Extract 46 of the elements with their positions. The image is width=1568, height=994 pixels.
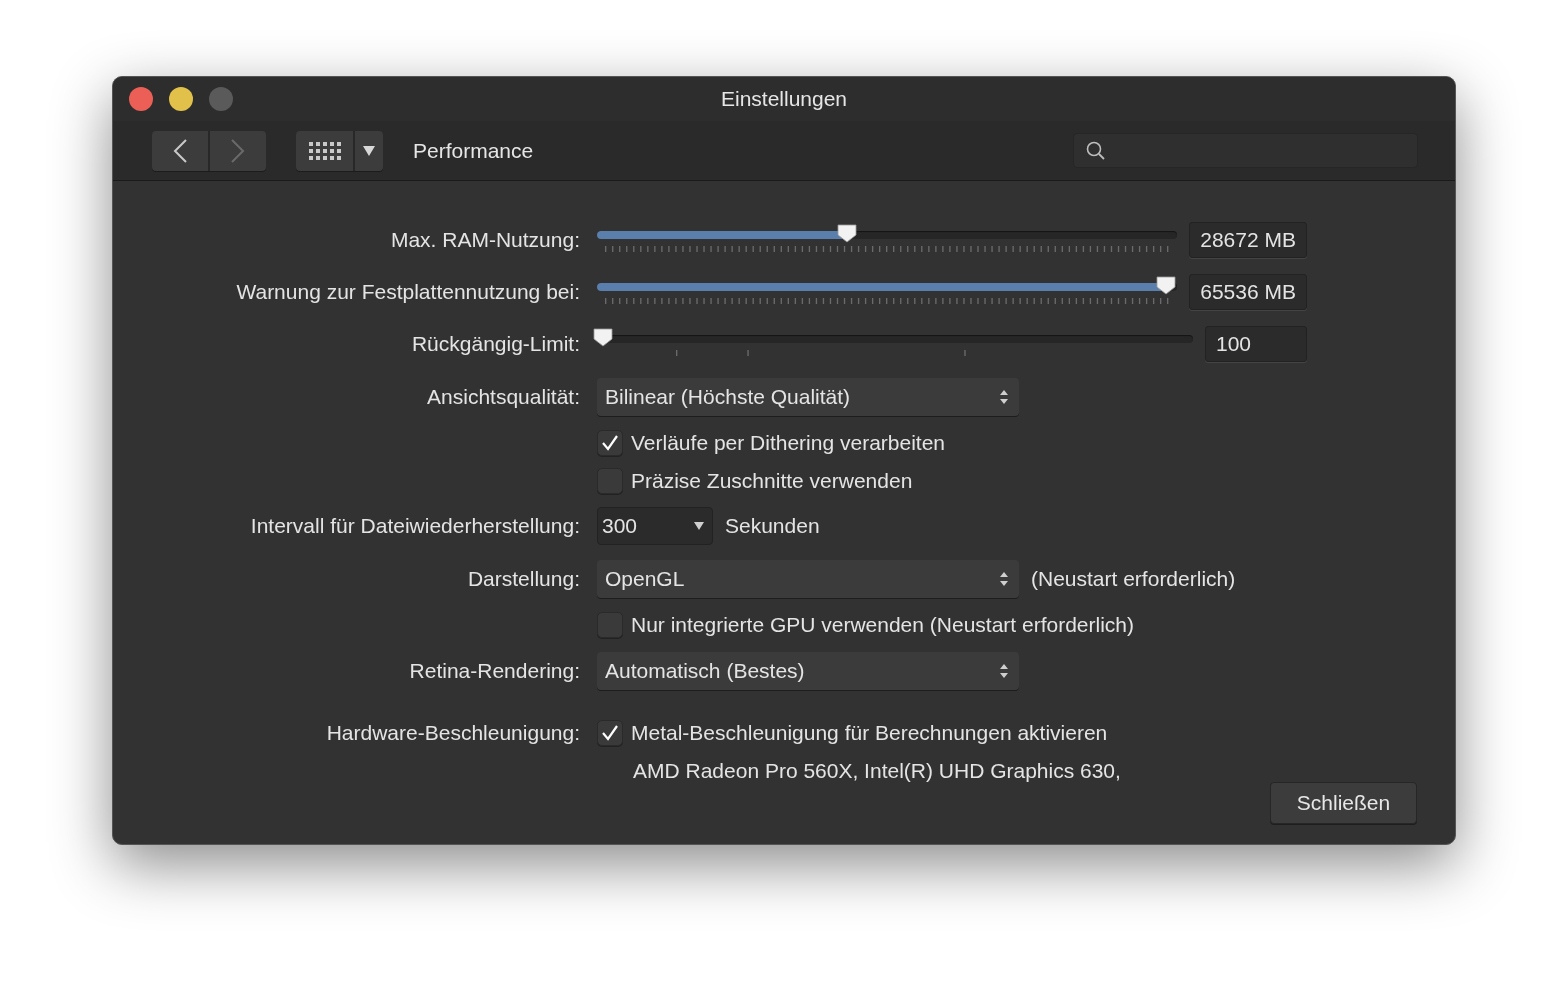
- setting-label: Warnung zur Festplattennutzung bei:: [235, 280, 580, 304]
- popup-button[interactable]: OpenGL: [597, 560, 1019, 598]
- gpu-info-text: AMD Radeon Pro 560X, Intel(R) UHD Graphics 630,: [632, 759, 1121, 783]
- value-field[interactable]: 100: [1205, 326, 1307, 362]
- checkbox-label: Metal-Beschleunigung für Berechnungen aktivieren: [631, 721, 1108, 745]
- minimize-window-button[interactable]: [169, 87, 193, 111]
- caret-icon: [694, 522, 704, 530]
- forward-icon: [230, 137, 246, 164]
- grid-icon: [308, 140, 341, 161]
- setting-label: Max. RAM-Nutzung:: [389, 228, 580, 252]
- checkbox[interactable]: [597, 430, 623, 456]
- popup-button[interactable]: Automatisch (Bestes): [597, 652, 1019, 690]
- back-icon: [172, 137, 188, 164]
- checkbox[interactable]: [597, 720, 623, 746]
- slider-thumb[interactable]: [1155, 276, 1176, 295]
- interval-combo-box[interactable]: 300: [597, 507, 713, 545]
- checkbox[interactable]: [597, 612, 623, 638]
- setting-label: Hardware-Beschleunigung:: [325, 721, 580, 745]
- stepper-arrows-icon: [999, 570, 1009, 588]
- search-field[interactable]: [1073, 133, 1418, 168]
- popup-button[interactable]: Bilinear (Höchste Qualität): [597, 378, 1019, 416]
- setting-label: Intervall für Dateiwiederherstellung:: [249, 514, 580, 538]
- setting-label: Rückgängig-Limit:: [410, 332, 580, 356]
- close-window-button[interactable]: [129, 87, 153, 111]
- window-title: Einstellungen: [720, 87, 848, 111]
- slider-thumb[interactable]: [592, 328, 613, 347]
- value-field[interactable]: 65536 MB: [1189, 274, 1307, 310]
- restart-note: (Neustart erforderlich): [1031, 567, 1236, 591]
- value-field[interactable]: 28672 MB: [1189, 222, 1307, 258]
- slider-thumb[interactable]: [836, 224, 857, 243]
- search-icon: [1086, 140, 1106, 161]
- close-button[interactable]: Schließen: [1270, 782, 1417, 824]
- setting-label: Retina-Rendering:: [408, 659, 580, 683]
- checkmark-icon: [601, 434, 619, 452]
- checkmark-icon: [601, 724, 619, 742]
- stepper-arrows-icon: [999, 662, 1009, 680]
- setting-label: Ansichtsqualität:: [426, 385, 580, 409]
- setting-label: Darstellung:: [466, 567, 580, 591]
- checkbox-label: Nur integrierte GPU verwenden (Neustart erforderlich): [631, 613, 1135, 637]
- caret-icon: [363, 145, 375, 156]
- checkbox-label: Präzise Zuschnitte verwenden: [631, 469, 913, 493]
- checkbox-label: Verläufe per Dithering verarbeiten: [631, 431, 945, 455]
- checkbox[interactable]: [597, 468, 623, 494]
- unit-label: Sekunden: [725, 514, 820, 538]
- section-title: Performance: [413, 138, 534, 163]
- stepper-arrows-icon: [999, 388, 1009, 406]
